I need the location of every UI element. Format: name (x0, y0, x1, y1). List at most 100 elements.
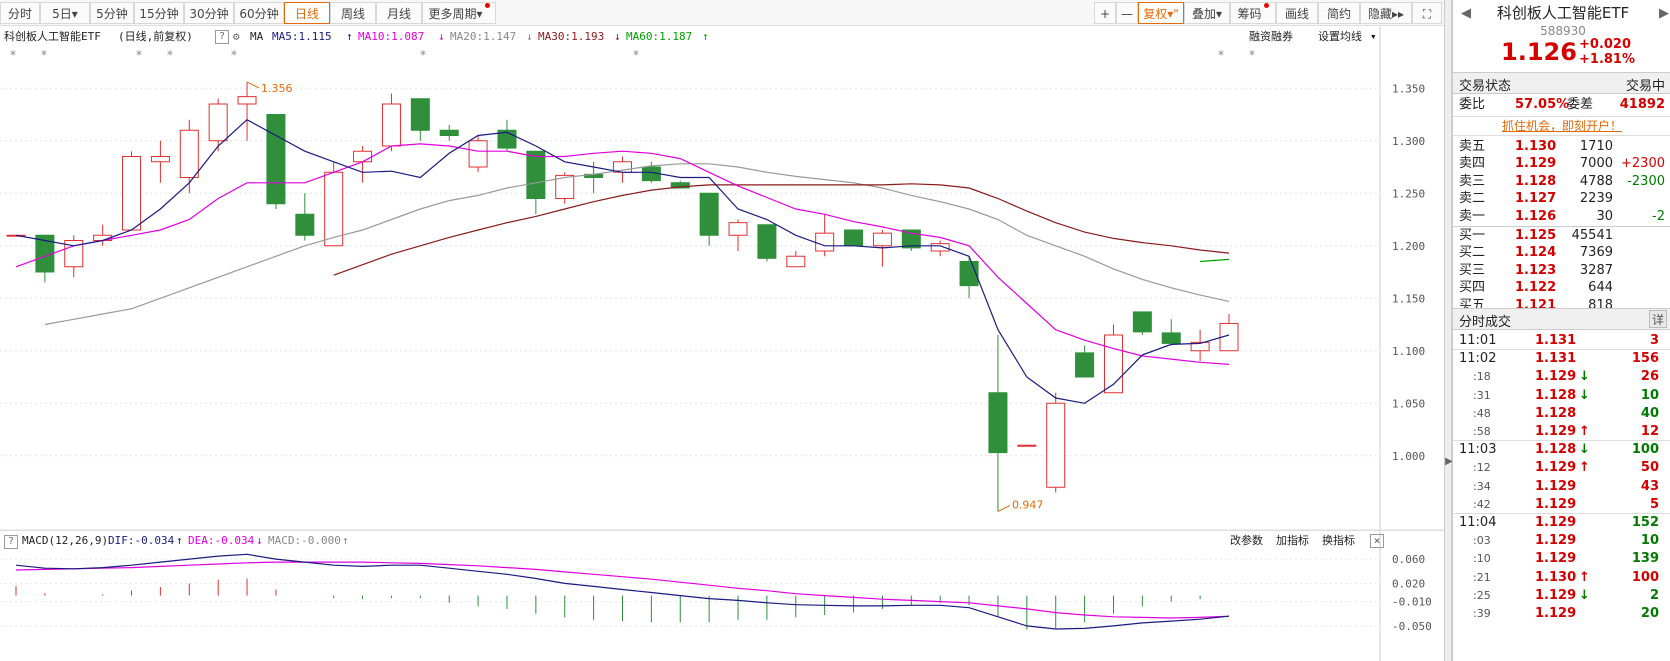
orderbook-price: 1.129 (1515, 156, 1557, 172)
macd-tick-label: -0.050 (1392, 620, 1432, 633)
tick-row: :21 1.130 ↑ 100 (1453, 569, 1670, 587)
fullscreen-button[interactable]: ⛶ (1412, 2, 1442, 24)
candle-body (1161, 332, 1181, 344)
tab-more-periods[interactable]: 更多周期▾ (422, 2, 496, 24)
orderbook-row[interactable]: 买一 1.125 45541 (1453, 227, 1670, 245)
fuquan-button[interactable]: 复权▾" (1138, 2, 1184, 24)
tick-time: :21 (1473, 570, 1491, 584)
low-price-label: 0.947 (1012, 498, 1044, 511)
orderbook-row[interactable]: 买二 1.124 7369 (1453, 244, 1670, 262)
tick-volume: 43 (1640, 478, 1659, 494)
orderbook-price: 1.128 (1515, 173, 1557, 189)
hide-button[interactable]: 隐藏▸▸ (1360, 2, 1412, 24)
orderbook-volume: 7369 (1579, 245, 1613, 261)
tab-5day[interactable]: 5日▾ (40, 2, 90, 24)
zoom-in-button[interactable]: + (1094, 2, 1116, 24)
tick-volume: 100 (1631, 442, 1659, 458)
switch-indicator-button[interactable]: 换指标 (1322, 531, 1355, 551)
tab-monthly[interactable]: 月线 (376, 2, 422, 24)
panel-collapse-handle[interactable]: ▶ (1444, 0, 1453, 661)
tick-time: :31 (1473, 388, 1491, 402)
help-icon[interactable]: ? (4, 535, 18, 549)
tick-time: 11:03 (1459, 442, 1497, 458)
orderbook-level-label: 买二 (1459, 245, 1486, 261)
candle-body (844, 229, 864, 247)
tick-volume: 156 (1631, 351, 1659, 367)
tick-row: 11:03 1.128 ↓ 100 (1453, 441, 1670, 459)
tick-row: :39 1.129 20 (1453, 605, 1670, 623)
tab-daily[interactable]: 日线 (284, 2, 330, 24)
orderbook-row[interactable]: 买四 1.122 644 (1453, 279, 1670, 297)
tick-time: :03 (1473, 534, 1491, 548)
weicha-label: 委差 (1567, 97, 1594, 112)
orderbook-row[interactable]: 卖五 1.130 1710 (1453, 138, 1670, 156)
tick-volume: 10 (1640, 387, 1659, 403)
macd-label: MACD(12,26,9) (22, 534, 109, 547)
tick-volume: 50 (1640, 460, 1659, 476)
candle-body (699, 192, 719, 236)
orderbook-price: 1.123 (1515, 262, 1557, 278)
orderbook-volume: 4788 (1579, 173, 1613, 189)
change-params-button[interactable]: 改参数 (1230, 531, 1263, 551)
orderbook-row[interactable]: 卖四 1.129 7000 +2300 (1453, 155, 1670, 173)
tick-price: 1.128 (1535, 442, 1577, 458)
open-account-banner[interactable]: 抓住机会，即刻开户！ (1453, 116, 1670, 136)
close-icon[interactable]: × (1370, 534, 1384, 548)
simple-button[interactable]: 简约 (1318, 2, 1360, 24)
open-account-link[interactable]: 抓住机会，即刻开户！ (1502, 119, 1622, 133)
weibi-label: 委比 (1459, 97, 1486, 112)
prev-stock-arrow-icon[interactable]: ◀ (1461, 6, 1471, 21)
arrow-up-icon: ↑ (1579, 569, 1590, 585)
chip-button[interactable]: 筹码 (1230, 2, 1276, 24)
candle-body (1046, 402, 1066, 488)
candle-body (1017, 444, 1037, 447)
app-window: 分时 5日▾ 5分钟 15分钟 30分钟 60分钟 日线 周线 月线 更多周期▾… (0, 0, 1670, 661)
tick-row: 11:01 1.131 3 (1453, 332, 1670, 350)
orderbook-volume: 30 (1596, 208, 1613, 224)
orderbook-level-label: 卖五 (1459, 139, 1486, 154)
tick-price: 1.129 (1535, 515, 1577, 530)
candle-body (266, 114, 286, 205)
ticks-header: 分时成交 详 (1453, 308, 1670, 330)
tick-price: 1.131 (1535, 333, 1577, 348)
tab-weekly[interactable]: 周线 (330, 2, 376, 24)
ticks-detail-button[interactable]: 详 (1649, 310, 1667, 328)
tick-volume: 5 (1649, 496, 1659, 512)
tick-row: :58 1.129 ↑ 12 (1453, 423, 1670, 441)
orderbook-row[interactable]: 卖一 1.126 30 -2 (1453, 208, 1670, 226)
tick-row: 11:02 1.131 156 (1453, 350, 1670, 368)
candlestick-chart[interactable]: 1.350 1.300 1.250 1.200 1.150 1.100 1.050 1.000… (0, 26, 1444, 661)
add-indicator-button[interactable]: 加指标 (1276, 531, 1309, 551)
overlay-button[interactable]: 叠加▾ (1184, 2, 1230, 24)
orderbook-row[interactable]: 买三 1.123 3287 (1453, 262, 1670, 280)
candle-body (208, 103, 228, 142)
y-tick-label: 1.000 (1392, 450, 1425, 463)
arrow-down-icon: ↓ (256, 534, 263, 547)
draw-line-button[interactable]: 画线 (1276, 2, 1318, 24)
next-stock-arrow-icon[interactable]: ▶ (1659, 6, 1669, 21)
orderbook-change: -2300 (1627, 173, 1665, 189)
orderbook-level-label: 卖一 (1459, 208, 1486, 224)
y-tick-label: 1.250 (1392, 187, 1425, 200)
orderbook-row[interactable]: 卖二 1.127 2239 (1453, 190, 1670, 208)
tick-volume: 100 (1631, 569, 1659, 585)
orderbook-price: 1.124 (1515, 245, 1557, 261)
tab-60min[interactable]: 60分钟 (234, 2, 284, 24)
orderbook-row[interactable]: 卖三 1.128 4788 -2300 (1453, 173, 1670, 191)
last-price: 1.126 (1501, 38, 1577, 66)
tick-time: :25 (1473, 588, 1491, 602)
orderbook-volume: 644 (1588, 280, 1613, 296)
tab-15min[interactable]: 15分钟 (134, 2, 184, 24)
arrow-up-icon: ↑ (1579, 424, 1590, 439)
candle-body (237, 96, 257, 105)
orderbook-level-label: 买三 (1459, 262, 1486, 278)
tab-30min[interactable]: 30分钟 (184, 2, 234, 24)
tick-row: :48 1.128 40 (1453, 405, 1670, 423)
ticks-title: 分时成交 (1459, 315, 1512, 330)
zoom-out-button[interactable]: — (1116, 2, 1138, 24)
tab-fenshi[interactable]: 分时 (0, 2, 40, 24)
orderbook-level-label: 买四 (1459, 280, 1486, 296)
candle-body (930, 243, 950, 252)
candle-body (410, 98, 430, 131)
tab-5min[interactable]: 5分钟 (90, 2, 134, 24)
